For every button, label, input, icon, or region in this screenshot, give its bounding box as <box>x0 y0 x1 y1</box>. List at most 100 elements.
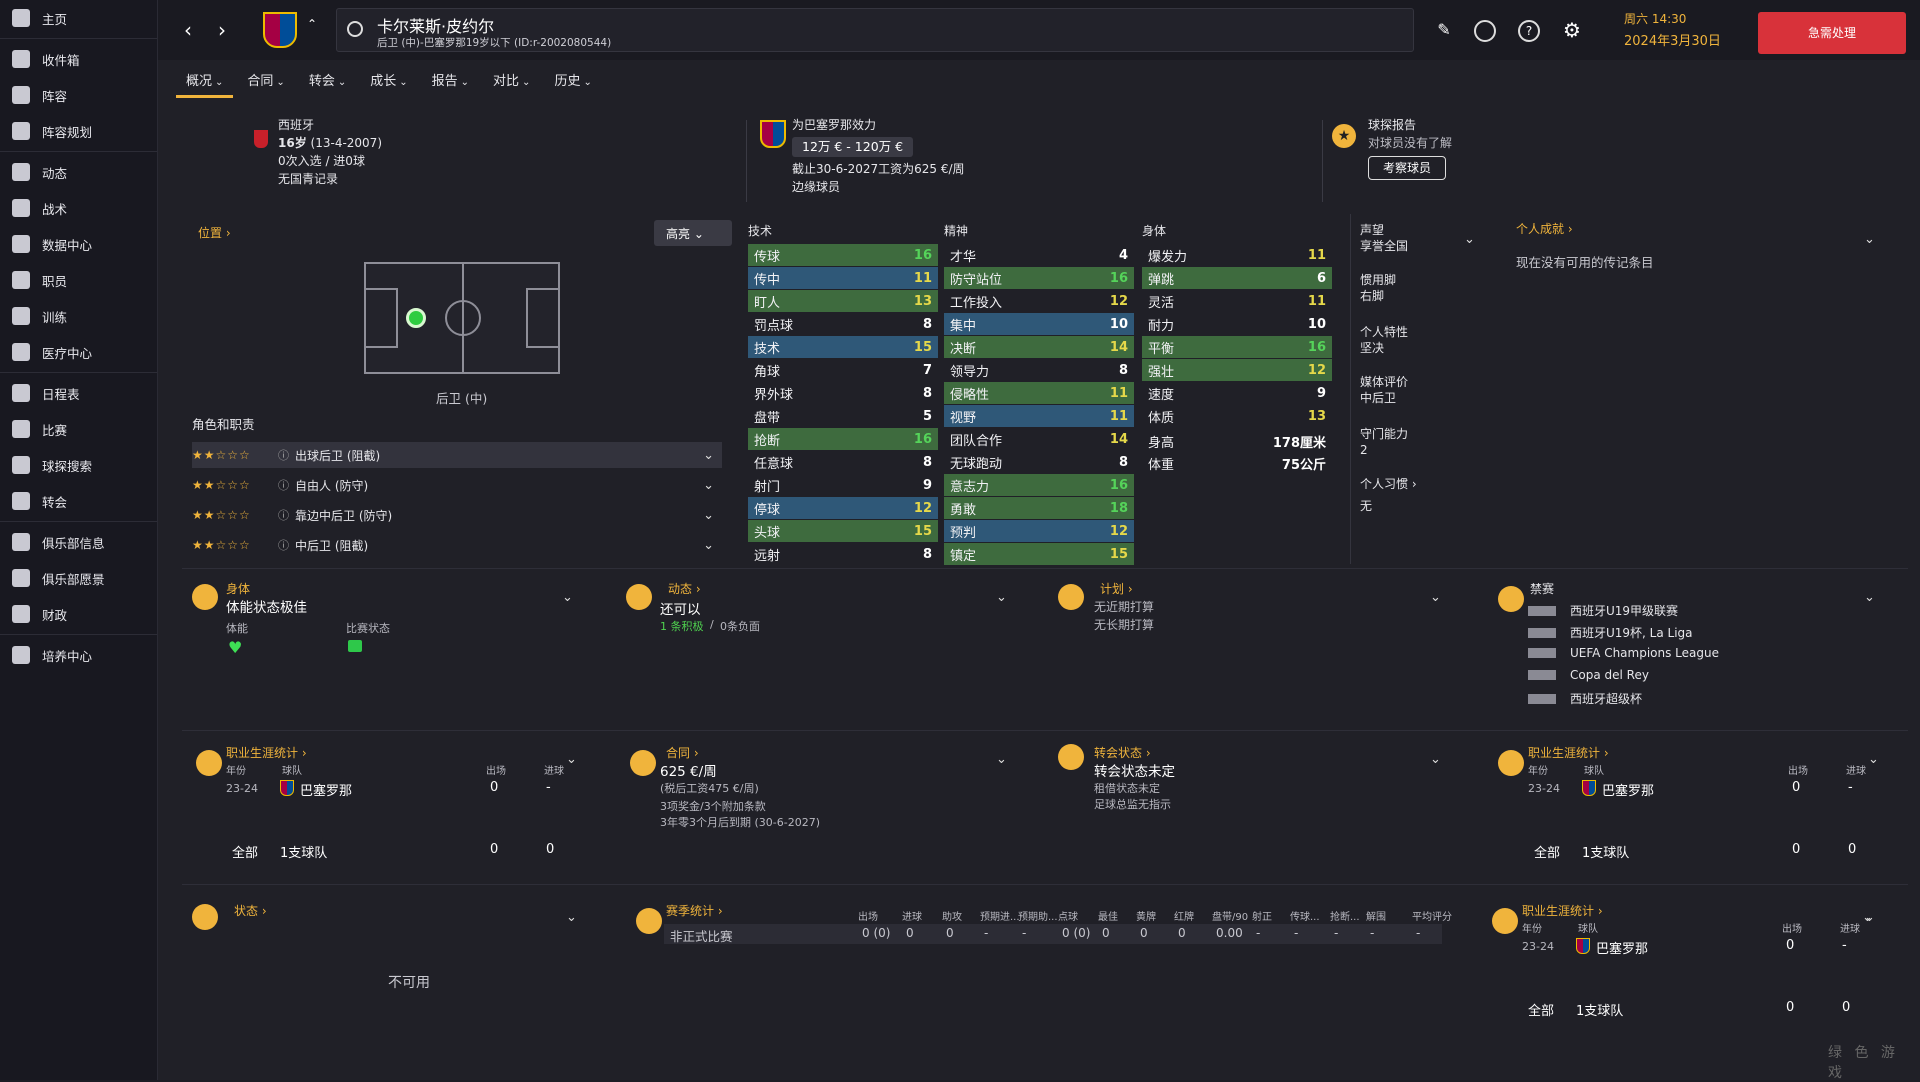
chevron-down-icon[interactable]: ⌄ <box>703 538 714 553</box>
chevron-down-icon[interactable]: ⌄ <box>996 752 1007 767</box>
info-icon[interactable]: ⓘ <box>278 507 289 523</box>
attribute-row: 弹跳 6 <box>1142 267 1332 289</box>
chevron-down-icon[interactable]: ⌄ <box>1430 752 1441 767</box>
info-icon[interactable]: ⓘ <box>278 477 289 493</box>
tab[interactable]: 对比 ⌄ <box>483 66 540 98</box>
attribute-value: 16 <box>913 431 932 447</box>
highlight-dropdown[interactable]: 高亮 ⌄ <box>654 220 732 246</box>
morale-separator: / <box>710 618 714 631</box>
chevron-down-icon[interactable]: ⌄ <box>703 508 714 523</box>
sidebar-item[interactable]: 比赛 <box>0 411 157 447</box>
career-year: 23-24 <box>226 782 258 795</box>
back-icon[interactable]: ‹ <box>176 18 200 42</box>
achievements-title[interactable]: 个人成就 › <box>1516 220 1573 237</box>
urgent-button[interactable]: 急需处理 <box>1758 12 1906 54</box>
position-marker[interactable] <box>406 308 426 328</box>
role-row[interactable]: ★★☆☆☆ ⓘ 靠边中后卫 (防守) ⌄ <box>192 502 722 528</box>
sidebar-item[interactable]: 球探搜索 <box>0 447 157 483</box>
season-stats-title[interactable]: 赛季统计 › <box>666 902 723 919</box>
attribute-value: 6 <box>1316 270 1326 286</box>
sidebar-item[interactable]: 职员 <box>0 262 157 298</box>
sidebar-item[interactable]: 财政 <box>0 596 157 632</box>
globe-icon[interactable] <box>1474 20 1496 42</box>
date-display[interactable]: 周六 14:30 2024年3月30日 <box>1624 10 1744 52</box>
contract-summary: 截止30-6-2027工资为625 €/周 <box>792 162 965 176</box>
tab[interactable]: 转会 ⌄ <box>299 66 356 98</box>
sidebar-item[interactable]: 俱乐部愿景 <box>0 560 157 596</box>
transfer-title[interactable]: 转会状态 › <box>1094 744 1151 761</box>
reputation[interactable]: 声望 享誉全国 <box>1360 222 1408 254</box>
sidebar-item[interactable]: 转会 <box>0 483 157 519</box>
career-team[interactable]: 巴塞罗那 <box>1602 780 1654 799</box>
club-line[interactable]: 为巴塞罗那效力 <box>792 116 965 134</box>
sidebar-item[interactable]: 主页 <box>0 0 157 36</box>
sidebar-item[interactable]: 训练 <box>0 298 157 334</box>
chevron-down-icon[interactable]: ⌄ <box>566 910 577 925</box>
help-icon[interactable]: ? <box>1518 20 1540 42</box>
body-title[interactable]: 身体 <box>226 580 250 597</box>
sidebar-separator <box>0 521 157 522</box>
position-title[interactable]: 位置 › <box>198 224 231 241</box>
career-team[interactable]: 巴塞罗那 <box>1596 938 1648 957</box>
sidebar-item[interactable]: 动态 <box>0 154 157 190</box>
role-row[interactable]: ★★☆☆☆ ⓘ 出球后卫 (阻截) ⌄ <box>192 442 722 468</box>
chevron-down-icon[interactable]: ⌄ <box>1864 590 1875 605</box>
sidebar-item[interactable]: 收件箱 <box>0 41 157 77</box>
chevron-down-icon[interactable]: ⌄ <box>996 590 1007 605</box>
divider <box>1322 120 1323 202</box>
chevron-down-icon[interactable]: ⌄ <box>1868 752 1879 767</box>
chevron-down-icon[interactable]: ⌄ <box>1464 232 1475 247</box>
tab[interactable]: 成长 ⌄ <box>360 66 417 98</box>
attribute-name: 角球 <box>754 364 781 380</box>
chevron-down-icon[interactable]: ⌄ <box>703 448 714 463</box>
sidebar-item[interactable]: 战术 <box>0 190 157 226</box>
contract-title[interactable]: 合同 › <box>666 744 699 761</box>
year-header: 年份 <box>226 766 246 777</box>
sidebar-item-label: 阵容规划 <box>42 124 93 140</box>
gear-icon[interactable]: ⚙ <box>1560 18 1584 42</box>
chevron-down-icon[interactable]: ⌄ <box>566 752 577 767</box>
sidebar-item[interactable]: 俱乐部信息 <box>0 524 157 560</box>
tab[interactable]: 历史 ⌄ <box>544 66 601 98</box>
edit-icon[interactable]: ✎ <box>1432 18 1456 42</box>
plan-title[interactable]: 计划 › <box>1100 580 1133 597</box>
sidebar-item-label: 职员 <box>42 273 68 289</box>
info-icon[interactable]: ⓘ <box>278 537 289 553</box>
attribute-name: 弹跳 <box>1148 272 1175 288</box>
tab[interactable]: 合同 ⌄ <box>237 66 294 98</box>
status-title[interactable]: 状态 › <box>234 902 267 919</box>
attribute-name: 防守站位 <box>950 272 1003 288</box>
tab[interactable]: 概况 ⌄ <box>176 66 234 98</box>
tab[interactable]: 报告 ⌄ <box>422 66 479 98</box>
chevron-down-icon[interactable]: ⌄ <box>1430 590 1441 605</box>
morale-title[interactable]: 动态 › <box>668 580 701 597</box>
career-stats-title[interactable]: 职业生涯统计 › <box>1522 902 1603 919</box>
career-team[interactable]: 巴塞罗那 <box>300 780 352 799</box>
info-icon[interactable]: ⓘ <box>278 447 289 463</box>
chevron-down-icon[interactable]: ⌄ <box>703 478 714 493</box>
season-header: 传球... <box>1290 912 1320 923</box>
player-up-icon[interactable]: ⌃ <box>300 12 324 36</box>
sidebar-item[interactable]: 培养中心 <box>0 637 157 673</box>
sidebar-item[interactable]: 阵容 <box>0 77 157 113</box>
sidebar-item[interactable]: 日程表 <box>0 375 157 411</box>
player-search-box[interactable]: 卡尔莱斯·皮约尔 后卫 (中)-巴塞罗那19岁以下 (ID:r-20020805… <box>336 8 1414 52</box>
chevron-down-icon[interactable]: ⌄ <box>562 590 573 605</box>
nation[interactable]: 西班牙 <box>278 116 382 134</box>
career-stats-title[interactable]: 职业生涯统计 › <box>1528 744 1609 761</box>
role-row[interactable]: ★★☆☆☆ ⓘ 自由人 (防守) ⌄ <box>192 472 722 498</box>
club-crest-icon[interactable] <box>760 120 786 148</box>
career-stats-title[interactable]: 职业生涯统计 › <box>226 744 307 761</box>
attribute-name: 停球 <box>754 502 781 518</box>
player-traits[interactable]: 个人习惯 › 无 <box>1360 476 1417 514</box>
sidebar-item[interactable]: 阵容规划 <box>0 113 157 149</box>
club-crest[interactable] <box>263 12 297 48</box>
chevron-down-icon[interactable]: ⌄ <box>1864 232 1875 247</box>
sidebar-item[interactable]: 医疗中心 <box>0 334 157 370</box>
forward-icon[interactable]: › <box>210 18 234 42</box>
attribute-row: 传球 16 <box>748 244 938 266</box>
scout-player-button[interactable]: 考察球员 <box>1368 156 1447 180</box>
sidebar-item[interactable]: 数据中心 <box>0 226 157 262</box>
role-row[interactable]: ★★☆☆☆ ⓘ 中后卫 (阻截) ⌄ <box>192 532 722 558</box>
chevron-down-icon[interactable]: ⌄ <box>1862 910 1873 925</box>
